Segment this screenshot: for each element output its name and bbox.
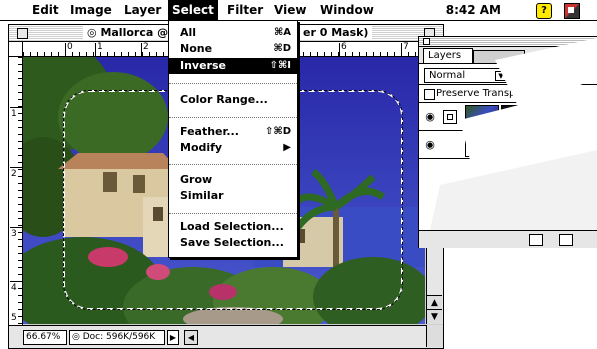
ruler-number: 3	[11, 229, 17, 239]
eye-icon[interactable]: ◉	[424, 139, 436, 150]
menu-item-save-selection[interactable]: Save Selection...	[169, 235, 297, 251]
ruler-number: 6	[341, 42, 347, 52]
menu-item-feather[interactable]: Feather... ⇧⌘D	[169, 124, 297, 140]
select-menu-dropdown: All ⌘A None ⌘D Inverse ⇧⌘I Color Range..…	[168, 20, 298, 258]
document-size-text: Doc: 596K/596K	[82, 332, 156, 342]
document-size-readout[interactable]: ◎ Doc: 596K/596K	[69, 330, 165, 345]
tab-channels[interactable]	[473, 50, 525, 63]
menu-separator	[169, 117, 297, 119]
menu-item-label: Modify	[180, 141, 223, 154]
menu-item-label: Grow	[180, 173, 213, 186]
tab-layers[interactable]: Layers	[423, 48, 473, 63]
preserve-transparency-label: Preserve Transparency	[436, 88, 550, 99]
ruler-number: 1	[97, 42, 103, 52]
menu-item-load-selection[interactable]: Load Selection...	[169, 219, 297, 235]
new-mask-button[interactable]	[529, 234, 543, 246]
close-box-icon[interactable]	[17, 28, 28, 39]
status-bar: 66.67% ◎ Doc: 596K/596K ▶ ◀	[9, 325, 443, 348]
help-icon[interactable]: ?	[536, 3, 552, 19]
menubar-clock: 8:42 AM	[445, 3, 501, 17]
menu-item-label: Load Selection...	[180, 220, 284, 233]
menu-item-shortcut: ⇧⌘I	[269, 60, 291, 71]
status-popup-arrow-icon[interactable]: ▶	[167, 330, 179, 345]
palette-close-icon[interactable]	[423, 38, 430, 45]
scroll-up-arrow-icon[interactable]: ▲	[427, 295, 442, 310]
divider	[419, 84, 597, 85]
menu-item-all[interactable]: All ⌘A	[169, 25, 297, 41]
layer-thumbnail[interactable]	[465, 133, 499, 157]
zoom-level-field[interactable]: 66.67%	[23, 330, 67, 345]
layer-name[interactable]: Laye	[503, 140, 524, 150]
ruler-number: 7	[403, 42, 409, 52]
menu-separator	[169, 213, 297, 215]
application-menu-icon[interactable]	[564, 3, 580, 19]
blend-mode-select[interactable]: Normal ▼	[424, 68, 510, 83]
menu-item-label: Color Range...	[180, 93, 268, 106]
menu-item-label: Inverse	[180, 59, 226, 72]
menu-item-none[interactable]: None ⌘D	[169, 41, 297, 57]
ruler-origin[interactable]	[9, 42, 23, 57]
opacity-label: Opacity	[515, 69, 554, 80]
menu-window[interactable]: Window	[316, 0, 378, 20]
menu-view[interactable]: View	[270, 0, 310, 20]
menu-item-label: Save Selection...	[180, 236, 284, 249]
menu-item-inverse[interactable]: Inverse ⇧⌘I	[169, 58, 297, 74]
menu-item-label: Feather...	[180, 125, 239, 138]
resize-box-icon[interactable]	[426, 325, 443, 347]
vertical-ruler[interactable]: 1 2 3 4 5	[9, 57, 23, 325]
divider	[419, 130, 597, 131]
menu-item-label: None	[180, 42, 213, 55]
ruler-number: 1	[11, 109, 17, 119]
doc-size-icon: ◎	[72, 332, 83, 342]
layer-mask-icon[interactable]	[443, 110, 457, 124]
ruler-number: 2	[11, 169, 17, 179]
submenu-arrow-icon: ▶	[283, 142, 291, 153]
ruler-number: 2	[143, 42, 149, 52]
menu-item-similar[interactable]: Similar	[169, 188, 297, 204]
divider	[419, 102, 597, 103]
document-title-text: Mallorca @	[100, 26, 169, 39]
layers-palette: Layers Normal ▼ Opacity Preserve Transpa…	[418, 36, 597, 248]
ruler-number: 5	[11, 313, 17, 323]
menu-item-grow[interactable]: Grow	[169, 172, 297, 188]
mask-thumbnail[interactable]	[501, 105, 523, 129]
ruler-minor-ticks	[18, 57, 22, 325]
menu-image[interactable]: Image	[66, 0, 116, 20]
menu-layer[interactable]: Layer	[120, 0, 165, 20]
ruler-number: 0	[67, 42, 73, 52]
menu-item-color-range[interactable]: Color Range...	[169, 92, 297, 108]
menu-edit[interactable]: Edit	[28, 0, 63, 20]
eye-icon[interactable]: ◉	[424, 111, 436, 122]
layer-thumbnail[interactable]	[465, 105, 499, 129]
scroll-down-arrow-icon[interactable]: ▼	[427, 309, 442, 324]
ruler-number: 4	[11, 283, 17, 293]
document-title-right: er 0 Mask)	[299, 26, 373, 40]
new-layer-button[interactable]	[559, 234, 573, 246]
scroll-left-arrow-icon[interactable]: ◀	[184, 330, 198, 345]
menu-item-label: All	[180, 26, 197, 39]
dropdown-arrow-icon: ▼	[495, 71, 507, 81]
palette-body: Normal ▼ Opacity Preserve Transparency ◉…	[419, 63, 597, 248]
document-title-icon: ◎	[87, 26, 101, 39]
menu-item-label: Similar	[180, 189, 224, 202]
menu-filter[interactable]: Filter	[223, 0, 267, 20]
document-title-left: ◎ Mallorca @	[83, 26, 173, 40]
preserve-transparency-checkbox[interactable]	[424, 89, 435, 100]
blend-mode-value: Normal	[429, 70, 466, 81]
menu-item-shortcut: ⌘D	[273, 43, 291, 54]
palette-footer	[419, 230, 597, 248]
menu-separator	[169, 83, 297, 85]
menu-item-shortcut: ⇧⌘D	[265, 126, 291, 137]
menu-separator	[169, 164, 297, 166]
divider	[419, 158, 597, 159]
menu-item-shortcut: ⌘A	[273, 27, 291, 38]
menu-select[interactable]: Select	[168, 0, 218, 20]
palette-title-bar[interactable]	[419, 37, 597, 47]
menu-bar: Edit Image Layer Select Filter View Wind…	[0, 0, 597, 21]
menu-item-modify[interactable]: Modify ▶	[169, 140, 297, 156]
